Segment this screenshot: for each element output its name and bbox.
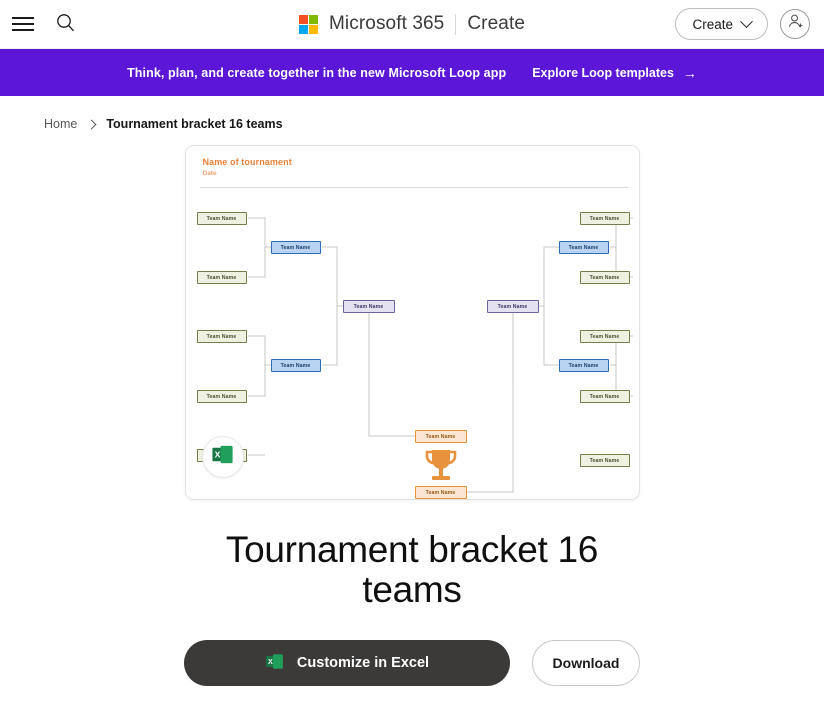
trophy-icon <box>420 446 462 486</box>
chevron-right-icon <box>86 119 97 129</box>
promo-banner: Think, plan, and create together in the … <box>0 49 824 96</box>
excel-icon: X <box>265 652 284 675</box>
excel-icon: X <box>211 443 234 471</box>
bracket-team-box[interactable]: Team Name <box>196 212 247 225</box>
bracket-team-box[interactable]: Team Name <box>579 454 630 467</box>
bracket-team-box[interactable]: Team Name <box>196 390 247 403</box>
download-button[interactable]: Download <box>532 640 640 687</box>
nav-left-group <box>0 10 79 38</box>
top-navigation-bar: Microsoft 365 Create Create <box>0 0 824 49</box>
bracket-team-box[interactable]: Team Name <box>270 359 321 372</box>
bracket-team-box[interactable]: Team Name <box>342 300 395 313</box>
person-add-icon <box>786 12 805 36</box>
bracket-team-box[interactable]: Team Name <box>558 359 609 372</box>
svg-text:X: X <box>268 658 273 666</box>
breadcrumb: Home Tournament bracket 16 teams <box>0 96 824 131</box>
bracket-team-box[interactable]: Team Name <box>414 430 467 443</box>
breadcrumb-item-home[interactable]: Home <box>44 117 77 131</box>
create-button-label: Create <box>692 16 733 32</box>
promo-banner-text: Think, plan, and create together in the … <box>127 65 507 80</box>
bracket-team-box[interactable]: Team Name <box>558 241 609 254</box>
page-title: Tournament bracket 16 teams <box>225 529 599 610</box>
bracket-team-box[interactable]: Team Name <box>486 300 539 313</box>
bracket-connector-lines <box>247 217 633 493</box>
nav-right-group: Create <box>675 8 824 40</box>
action-buttons: X Customize in Excel Download <box>0 640 824 687</box>
avatar[interactable] <box>780 9 810 39</box>
excel-app-badge: X <box>201 436 244 478</box>
explore-loop-templates-label: Explore Loop templates <box>532 65 674 80</box>
bracket-team-box[interactable]: Team Name <box>579 271 630 284</box>
bracket-team-box[interactable]: Team Name <box>579 212 630 225</box>
create-button[interactable]: Create <box>675 8 768 40</box>
bracket-team-box[interactable]: Team Name <box>196 330 247 343</box>
brand-name: Microsoft 365 <box>329 13 445 34</box>
search-icon <box>56 13 75 35</box>
hamburger-menu-button[interactable] <box>9 10 37 38</box>
bracket-team-box[interactable]: Team Name <box>579 330 630 343</box>
chevron-down-icon <box>740 14 753 28</box>
bracket-team-box[interactable]: Team Name <box>414 486 467 499</box>
bracket-team-box[interactable]: Team Name <box>196 271 247 284</box>
microsoft-logo-icon <box>299 14 318 34</box>
bracket-diagram: Team Name Team Name Team Name Team Name … <box>186 146 639 499</box>
hamburger-menu-icon <box>12 17 34 31</box>
bracket-team-box[interactable]: Team Name <box>579 390 630 403</box>
search-button[interactable] <box>51 10 79 38</box>
arrow-right-icon: → <box>682 64 697 81</box>
brand-app-name[interactable]: Create <box>467 13 525 35</box>
customize-in-excel-label: Customize in Excel <box>296 655 430 672</box>
brand-divider <box>455 13 457 35</box>
svg-text:X: X <box>215 449 221 459</box>
explore-loop-templates-link[interactable]: Explore Loop templates → <box>532 66 697 80</box>
template-preview-card[interactable]: Name of tournament Date Team Name Team N… <box>184 145 640 500</box>
bracket-team-box[interactable]: Team Name <box>270 241 321 254</box>
breadcrumb-item-current: Tournament bracket 16 teams <box>106 117 283 131</box>
template-preview-wrapper: Name of tournament Date Team Name Team N… <box>0 145 824 500</box>
customize-in-excel-button[interactable]: X Customize in Excel <box>184 640 510 687</box>
